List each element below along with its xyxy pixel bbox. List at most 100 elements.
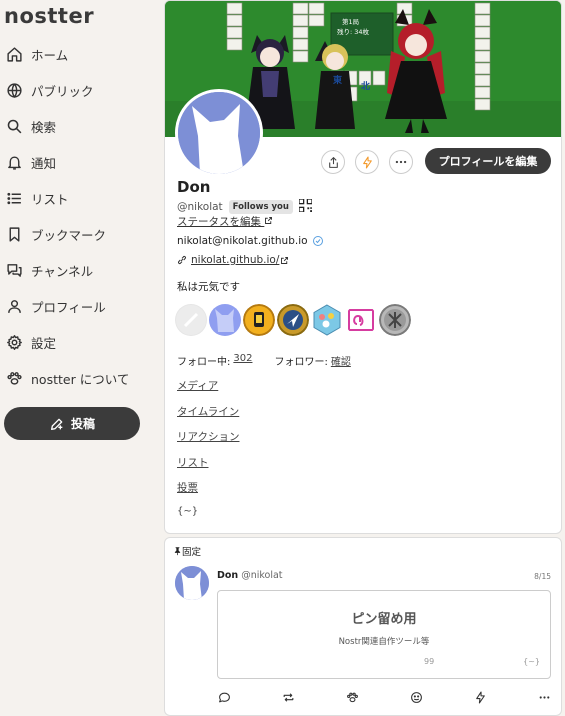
pinned-label: 固定: [173, 544, 201, 558]
post-button[interactable]: 投稿: [4, 407, 140, 440]
post-button-label: 投稿: [70, 417, 95, 431]
sidebar-item-settings[interactable]: 設定: [0, 324, 160, 360]
profile-name: Don: [177, 178, 211, 196]
tab-polls[interactable]: 投票: [177, 480, 239, 506]
reply-icon[interactable]: [217, 690, 231, 704]
sidebar-item-notifications[interactable]: 通知: [0, 144, 160, 180]
search-icon: [5, 117, 23, 135]
paw-icon: [5, 369, 23, 387]
note-timestamp[interactable]: 8/15: [534, 572, 551, 581]
profile-avatar[interactable]: [175, 89, 263, 177]
sidebar-item-lists[interactable]: リスト: [0, 180, 160, 216]
note-avatar[interactable]: [175, 566, 209, 600]
share-button[interactable]: [321, 150, 345, 174]
compose-icon: [50, 418, 63, 430]
share-icon: [328, 156, 338, 168]
sidebar-item-label: プロフィール: [31, 299, 106, 315]
following-label: フォロー中:: [177, 357, 231, 368]
profile-tabs: メディア タイムライン リアクション リスト 投票: [177, 378, 239, 506]
follows-you-badge: Follows you: [228, 200, 293, 214]
sidebar-item-label: ブックマーク: [31, 227, 107, 243]
json-toggle[interactable]: {~}: [177, 506, 198, 517]
zap-button[interactable]: [355, 150, 379, 174]
sidebar-item-about[interactable]: nostter について: [0, 360, 160, 396]
sidebar-item-label: リスト: [31, 191, 69, 207]
external-link-icon: [281, 256, 289, 264]
edit-status-link[interactable]: ステータスを編集: [177, 214, 273, 229]
note-actions: [217, 690, 551, 704]
sidebar-item-bookmarks[interactable]: ブックマーク: [0, 216, 160, 252]
badge-no[interactable]: [345, 304, 377, 336]
sidebar-item-profile[interactable]: プロフィール: [0, 288, 160, 324]
badge-list: [175, 304, 413, 336]
sidebar-item-label: 通知: [31, 155, 57, 171]
sidebar-item-channels[interactable]: チャンネル: [0, 252, 160, 288]
badge-kanji[interactable]: [379, 304, 411, 336]
repost-icon[interactable]: [281, 690, 295, 704]
pinned-note: 固定 Don @nikolat 8/15 ピン留め用 Nostr関連自作ツール等 …: [164, 537, 562, 716]
sidebar-item-home[interactable]: ホーム: [0, 36, 160, 72]
banner-round-label: 第1局: [342, 18, 360, 26]
badge-lantern[interactable]: [243, 304, 275, 336]
followers-label: フォロワー:: [274, 357, 328, 368]
profile-handle-row: @nikolat Follows you: [177, 198, 313, 215]
sidebar-item-label: 検索: [31, 119, 57, 135]
badge-hexagon[interactable]: [311, 304, 343, 336]
tab-media[interactable]: メディア: [177, 378, 239, 404]
more-icon: [395, 160, 407, 164]
note-author-name[interactable]: Don: [217, 570, 238, 581]
pin-icon: [174, 547, 181, 556]
banner-tile-north: 北: [361, 82, 371, 92]
bookmark-icon: [5, 225, 23, 243]
verified-icon: [312, 236, 323, 246]
gear-icon: [5, 333, 23, 351]
qr-code-icon[interactable]: [298, 198, 313, 215]
emoji-reaction-icon[interactable]: [409, 690, 423, 704]
profile-about: 私は元気です: [177, 281, 240, 293]
badge-cat[interactable]: [209, 304, 241, 336]
note-author: Don @nikolat: [217, 570, 283, 581]
zap-icon: [362, 156, 372, 168]
external-link-icon: [265, 217, 273, 224]
channel-icon: [5, 261, 23, 279]
website-link[interactable]: nikolat.github.io/: [191, 254, 279, 266]
bell-icon: [5, 153, 23, 171]
tab-timeline[interactable]: タイムライン: [177, 404, 239, 430]
nip05-address: nikolat@nikolat.github.io: [177, 235, 308, 247]
profile-card: 第1局 残り: 34枚 東 北 プロフィールを編集 Don @nikolat F…: [164, 0, 562, 534]
paw-icon[interactable]: [345, 690, 359, 704]
more-icon[interactable]: [537, 690, 551, 704]
banner-tile-east: 東: [333, 76, 343, 86]
banner-remaining-label: 残り: 34枚: [337, 28, 370, 36]
tab-reactions[interactable]: リアクション: [177, 429, 239, 455]
sidebar-nav: ホーム パブリック 検索 通知 リスト ブックマーク チャンネル プロフィール …: [0, 36, 160, 396]
sidebar-item-label: パブリック: [31, 83, 94, 99]
more-button[interactable]: [389, 150, 413, 174]
pinned-label-text: 固定: [182, 547, 202, 558]
edit-profile-button[interactable]: プロフィールを編集: [425, 148, 551, 174]
nip05-row: nikolat@nikolat.github.io: [177, 235, 324, 247]
home-icon: [5, 45, 23, 63]
sidebar-item-label: ホーム: [31, 47, 69, 63]
sidebar-item-public[interactable]: パブリック: [0, 72, 160, 108]
quoted-json-toggle[interactable]: {~}: [523, 657, 540, 666]
website-row[interactable]: nikolat.github.io/: [177, 254, 289, 266]
quoted-note[interactable]: ピン留め用 Nostr関連自作ツール等 99 {~}: [217, 590, 551, 679]
sidebar-item-label: nostter について: [31, 371, 130, 387]
sidebar-item-search[interactable]: 検索: [0, 108, 160, 144]
link-icon: [177, 255, 187, 265]
following-count[interactable]: 302: [233, 353, 252, 368]
quote-mark-icon[interactable]: 99: [424, 657, 434, 666]
quoted-note-subtitle: Nostr関連自作ツール等: [338, 637, 430, 647]
user-icon: [5, 297, 23, 315]
app-logo[interactable]: nostter: [4, 2, 94, 30]
follow-stats: フォロー中: 302 フォロワー: 確認: [177, 353, 351, 368]
sidebar-item-label: チャンネル: [31, 263, 94, 279]
list-icon: [5, 189, 23, 207]
followers-check-link[interactable]: 確認: [331, 353, 351, 368]
badge-compass[interactable]: [277, 304, 309, 336]
badge-blank[interactable]: [175, 304, 207, 336]
tab-lists[interactable]: リスト: [177, 455, 239, 481]
zap-icon[interactable]: [473, 690, 487, 704]
profile-handle: @nikolat: [177, 201, 223, 213]
